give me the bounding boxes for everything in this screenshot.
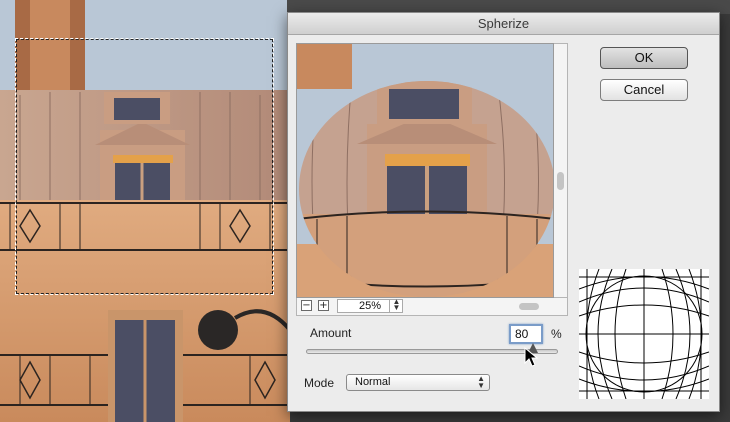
select-arrows-icon: ▲ ▼: [477, 374, 485, 390]
amount-input[interactable]: 80: [509, 324, 543, 344]
distortion-grid-icon: [578, 268, 710, 400]
zoom-out-icon[interactable]: −: [301, 300, 312, 311]
preview-zoom-bar: − + 25% ▲ ▼: [296, 298, 568, 316]
mouse-cursor-icon: [524, 347, 538, 367]
spherize-dialog: Spherize − + 25% ▲ ▼ OK Cancel Amount 80…: [287, 12, 720, 412]
zoom-stepper-icon[interactable]: ▲ ▼: [389, 298, 403, 313]
spherize-grid-preview: [578, 268, 710, 400]
mode-select[interactable]: Normal ▲ ▼: [346, 374, 490, 391]
vertical-scroll-thumb[interactable]: [557, 172, 564, 190]
mode-label: Mode: [304, 376, 335, 390]
filter-preview[interactable]: [296, 43, 554, 298]
amount-slider-track[interactable]: [306, 349, 558, 354]
preview-vertical-scrollbar[interactable]: [554, 43, 568, 298]
ok-button[interactable]: OK: [600, 47, 688, 69]
zoom-in-icon[interactable]: +: [318, 300, 329, 311]
selection-marquee[interactable]: [15, 38, 274, 295]
mode-selected-value: Normal: [355, 376, 391, 388]
dialog-title: Spherize: [288, 13, 719, 35]
amount-label: Amount: [310, 326, 352, 340]
zoom-level-value: 25%: [358, 300, 382, 312]
amount-unit: %: [551, 327, 562, 341]
horizontal-scroll-thumb[interactable]: [519, 303, 539, 310]
cancel-button[interactable]: Cancel: [600, 79, 688, 101]
preview-image: [297, 44, 553, 297]
